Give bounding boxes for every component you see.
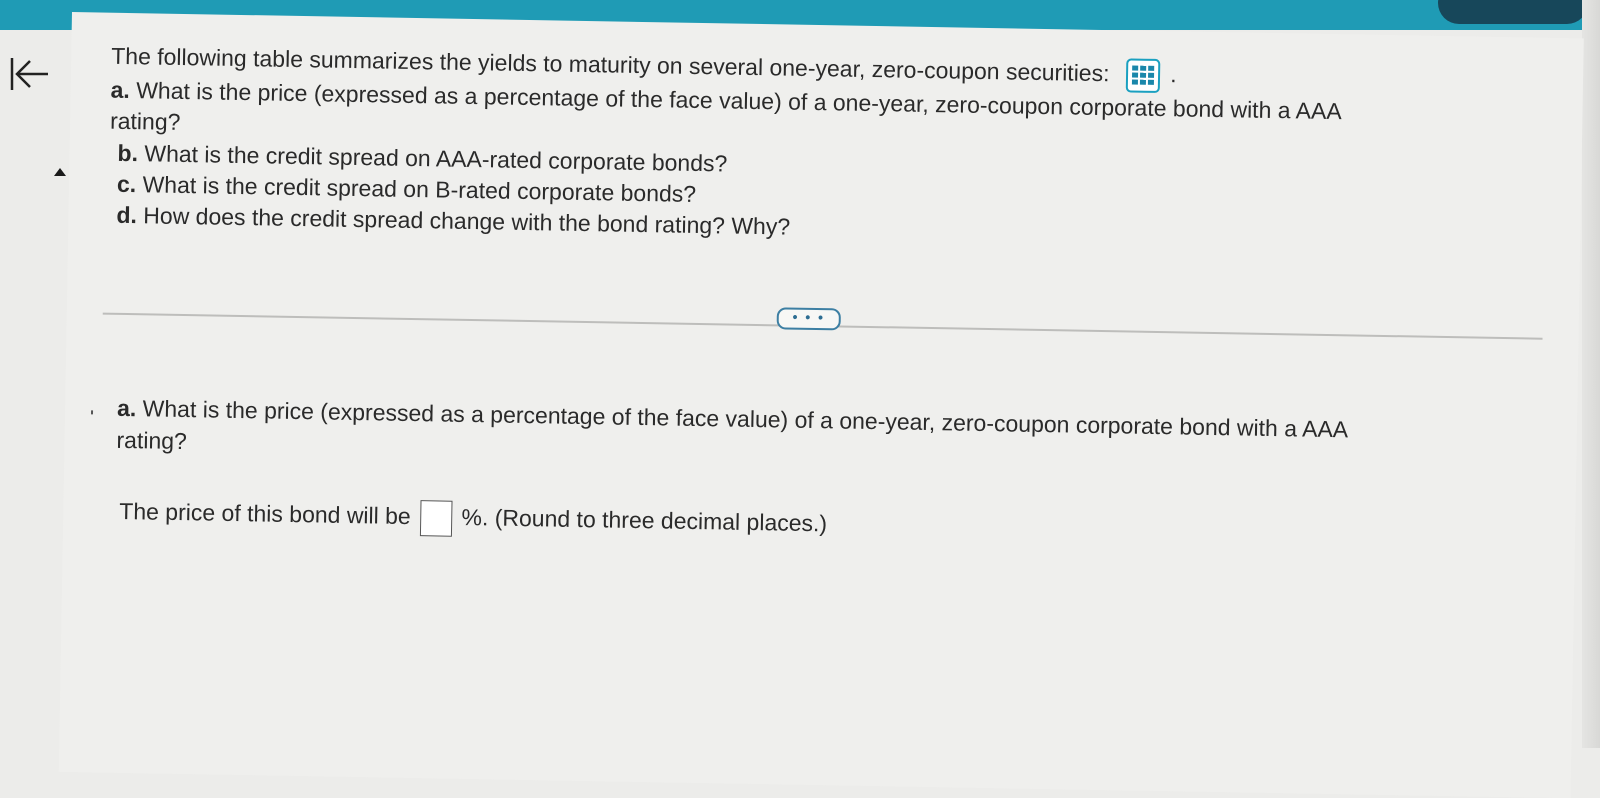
top-bar-pill[interactable] bbox=[1438, 0, 1588, 24]
answer-question-cont: rating? bbox=[116, 426, 188, 455]
answer-question-text: What is the price (expressed as a percen… bbox=[142, 395, 1349, 443]
question-panel: The following table summarizes the yield… bbox=[58, 12, 1584, 798]
answer-prompt-text: The price of this bond will be bbox=[119, 497, 411, 530]
part-c-label: c. bbox=[116, 170, 137, 198]
answer-part-label: a. bbox=[116, 394, 137, 422]
answer-prompt: The price of this bond will be %. (Round… bbox=[119, 495, 827, 543]
part-a-label: a. bbox=[110, 76, 131, 104]
intro-period: . bbox=[1170, 61, 1177, 88]
back-arrow-icon[interactable] bbox=[6, 52, 50, 96]
focus-marker bbox=[90, 410, 94, 415]
data-table-icon[interactable] bbox=[1125, 58, 1161, 93]
answer-question: a. What is the price (expressed as a per… bbox=[117, 393, 1349, 444]
part-a-question-cont: rating? bbox=[109, 107, 181, 135]
part-b-label: b. bbox=[117, 139, 139, 167]
expand-more-button[interactable]: • • • bbox=[776, 307, 841, 331]
screen-edge bbox=[1582, 0, 1600, 748]
collapse-triangle-icon[interactable] bbox=[54, 168, 66, 176]
answer-prompt-suffix: %. (Round to three decimal places.) bbox=[461, 503, 828, 537]
part-d-label: d. bbox=[116, 201, 138, 229]
price-answer-input[interactable] bbox=[419, 500, 453, 537]
